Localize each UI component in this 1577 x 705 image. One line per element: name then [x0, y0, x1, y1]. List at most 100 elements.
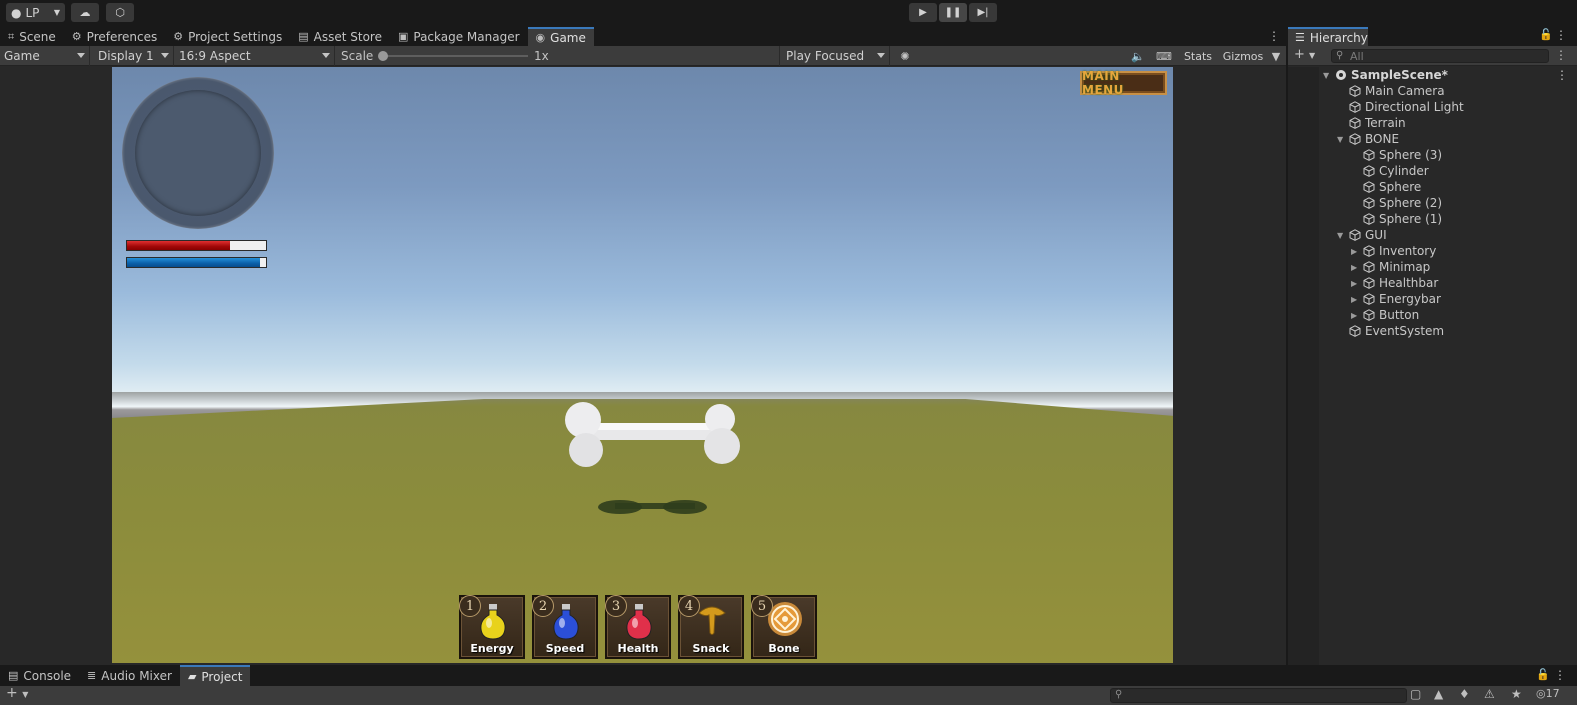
expand-down-icon[interactable]: ▼: [1337, 135, 1343, 144]
game-toolbar: Game Display 1 16:9 Aspect Scale 1x Play…: [0, 46, 1286, 66]
gameobject-cube-icon: [1349, 325, 1361, 337]
bug-icon[interactable]: ✺: [896, 46, 914, 66]
tab-hierarchy[interactable]: ☰ Hierarchy: [1288, 27, 1368, 46]
hierarchy-item[interactable]: ▶ Button: [1288, 307, 1577, 323]
expand-right-icon[interactable]: ▶: [1351, 279, 1357, 288]
gameobject-cube-icon: [1363, 197, 1375, 209]
slot-number: 3: [605, 595, 627, 617]
console-error-icon[interactable]: ⚠: [1484, 687, 1495, 701]
collab-button[interactable]: ⬡: [106, 3, 134, 22]
tab-project[interactable]: ▰ Project: [179, 665, 251, 686]
hierarchy-item[interactable]: Cylinder: [1288, 163, 1577, 179]
tab-console[interactable]: ▤ Console: [0, 665, 79, 686]
mute-audio-icon[interactable]: 🔈: [1128, 46, 1148, 66]
health-bar-fill: [127, 241, 230, 250]
favorite-star-icon[interactable]: ★: [1511, 687, 1522, 701]
stats-button[interactable]: Stats: [1179, 46, 1217, 66]
inventory-slot-energy[interactable]: 1 Energy: [459, 595, 525, 659]
hierarchy-item[interactable]: ▼ GUI: [1288, 227, 1577, 243]
display-dropdown[interactable]: Display 1: [94, 46, 174, 66]
scene-menu-icon[interactable]: ⋮: [1556, 68, 1568, 82]
tab-label: Audio Mixer: [101, 668, 172, 683]
hierarchy-item[interactable]: Main Camera: [1288, 83, 1577, 99]
project-search-input[interactable]: ⚲: [1110, 688, 1407, 703]
account-button[interactable]: ● LP ▼: [6, 3, 65, 22]
expand-right-icon[interactable]: ▶: [1351, 295, 1357, 304]
hierarchy-filter-icon[interactable]: ⋮: [1555, 48, 1567, 62]
tab-asset-store[interactable]: ▤ Asset Store: [290, 27, 390, 46]
tab-project-settings[interactable]: ⚙ Project Settings: [165, 27, 290, 46]
gizmos-dropdown-icon[interactable]: ▼: [1268, 46, 1284, 66]
hierarchy-item[interactable]: Terrain: [1288, 115, 1577, 131]
hidden-packages-toggle[interactable]: ◎17: [1536, 687, 1560, 700]
hierarchy-item[interactable]: Sphere: [1288, 179, 1577, 195]
hierarchy-search-input[interactable]: ⚲ All: [1331, 49, 1549, 63]
lock-icon[interactable]: 🔓: [1536, 668, 1550, 681]
keyboard-icon[interactable]: ⌨: [1153, 46, 1175, 66]
view-mode-dropdown[interactable]: Game: [0, 46, 90, 66]
hierarchy-item[interactable]: Directional Light: [1288, 99, 1577, 115]
filter-by-type-icon[interactable]: ▲: [1434, 687, 1443, 701]
gizmos-button[interactable]: Gizmos: [1218, 46, 1268, 66]
tab-label: Project Settings: [188, 29, 283, 44]
hierarchy-item-label: Directional Light: [1365, 100, 1464, 114]
tab-preferences[interactable]: ⚙ Preferences: [64, 27, 165, 46]
step-button[interactable]: ▶|: [969, 3, 997, 22]
create-asset-button[interactable]: + ▼: [6, 685, 28, 701]
search-icon: ⚲: [1336, 50, 1344, 61]
search-by-type-icon[interactable]: ▢: [1410, 687, 1421, 701]
panel-menu-icon[interactable]: ⋮: [1555, 28, 1567, 42]
expand-down-icon[interactable]: ▼: [1337, 231, 1343, 240]
collab-icon: ⬡: [115, 6, 125, 19]
hierarchy-item-label: Sphere (3): [1379, 148, 1443, 162]
expand-right-icon[interactable]: ▶: [1351, 311, 1357, 320]
play-button[interactable]: ▶: [909, 3, 937, 22]
gameobject-cube-icon: [1363, 277, 1375, 289]
lock-icon[interactable]: 🔓: [1539, 28, 1553, 41]
panel-menu-icon[interactable]: ⋮: [1554, 668, 1566, 682]
inventory-slot-health[interactable]: 3 Health: [605, 595, 671, 659]
hierarchy-item[interactable]: ▼ BONE: [1288, 131, 1577, 147]
cloud-button[interactable]: ☁: [71, 3, 99, 22]
gear-icon: ⚙: [71, 30, 82, 43]
scale-slider-handle[interactable]: [378, 51, 388, 61]
gameobject-cube-icon: [1363, 261, 1375, 273]
pause-button[interactable]: ❚❚: [939, 3, 967, 22]
hierarchy-item[interactable]: ▶ Inventory: [1288, 243, 1577, 259]
scale-slider-track[interactable]: [382, 55, 528, 57]
hierarchy-item[interactable]: Sphere (3): [1288, 147, 1577, 163]
hierarchy-item[interactable]: ▶ Healthbar: [1288, 275, 1577, 291]
play-controls: ▶ ❚❚ ▶|: [909, 3, 997, 22]
hierarchy-item[interactable]: ▶ Energybar: [1288, 291, 1577, 307]
inventory-bar: 1 Energy 2 Speed 3 Health 4 Snack 5 Bone: [459, 595, 817, 659]
hierarchy-panel: ☰ Hierarchy 🔓 ⋮ + ▼ ⚲ All ⋮ ▼ SampleScene…: [1288, 27, 1577, 665]
play-mode-dropdown[interactable]: Play Focused: [782, 46, 890, 66]
aspect-dropdown[interactable]: 16:9 Aspect: [175, 46, 335, 66]
account-icon: ●: [11, 5, 22, 20]
inventory-slot-speed[interactable]: 2 Speed: [532, 595, 598, 659]
eye-slash-icon: ◎: [1536, 687, 1546, 700]
tab-audio-mixer[interactable]: ≣ Audio Mixer: [79, 665, 180, 686]
tab-scene[interactable]: ⌗ Scene: [0, 27, 64, 46]
hierarchy-item[interactable]: Sphere (1): [1288, 211, 1577, 227]
hierarchy-item[interactable]: EventSystem: [1288, 323, 1577, 339]
main-menu-button[interactable]: MAIN MENU: [1080, 69, 1167, 97]
hierarchy-item[interactable]: ▶ Minimap: [1288, 259, 1577, 275]
bone-model: [565, 402, 740, 514]
inventory-slot-bone[interactable]: 5 Bone: [751, 595, 817, 659]
expand-right-icon[interactable]: ▶: [1351, 247, 1357, 256]
game-viewport[interactable]: MAIN MENU 1 Energy 2 Speed 3 Health 4 Snack 5 Bon…: [112, 67, 1173, 663]
tab-package-manager[interactable]: ▣ Package Manager: [390, 27, 528, 46]
inventory-slot-snack[interactable]: 4 Snack: [678, 595, 744, 659]
gameobject-cube-icon: [1363, 149, 1375, 161]
tab-game[interactable]: ◉ Game: [527, 27, 594, 46]
potion-icon: [553, 604, 579, 640]
hierarchy-item-label: Sphere (1): [1379, 212, 1443, 226]
hierarchy-item[interactable]: Sphere (2): [1288, 195, 1577, 211]
panel-menu-icon[interactable]: ⋮: [1268, 29, 1280, 43]
expand-down-icon[interactable]: ▼: [1323, 71, 1329, 80]
filter-by-label-icon[interactable]: ♦: [1459, 687, 1470, 701]
add-object-button[interactable]: + ▼: [1294, 47, 1315, 62]
hierarchy-scene-item[interactable]: ▼ SampleScene* ⋮: [1288, 67, 1577, 83]
expand-right-icon[interactable]: ▶: [1351, 263, 1357, 272]
